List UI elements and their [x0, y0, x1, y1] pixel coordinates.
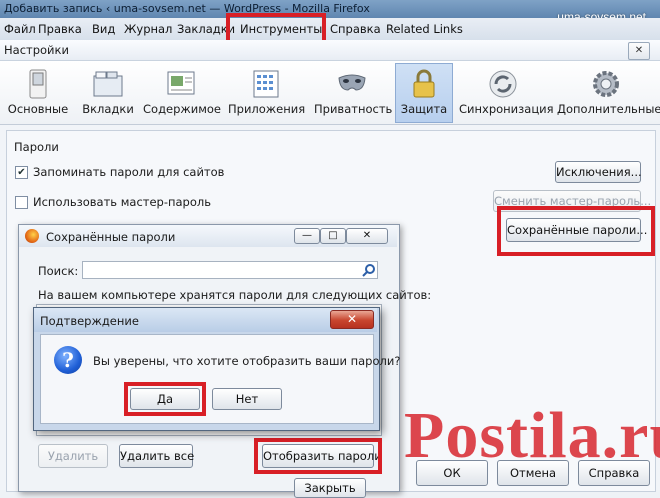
padlock-icon [408, 68, 440, 100]
tab-general-label: Основные [7, 102, 69, 116]
search-input[interactable] [82, 261, 378, 279]
passwords-group-label: Пароли [14, 140, 59, 154]
confirmation-title: Подтверждение [40, 314, 139, 328]
content-icon [165, 68, 197, 100]
tab-content-label: Содержимое [143, 102, 222, 116]
tab-privacy-label: Приватность [314, 102, 393, 116]
remember-passwords-checkbox[interactable]: ✔ [15, 166, 28, 179]
tab-advanced-label: Дополнительные [557, 102, 660, 116]
confirmation-close-button[interactable]: ✕ [330, 310, 374, 329]
exceptions-button[interactable]: Исключения... [555, 161, 642, 183]
master-password-checkbox[interactable] [15, 196, 28, 209]
delete-all-button[interactable]: Удалить все [119, 444, 194, 468]
confirmation-title-bar: Подтверждение [34, 308, 377, 332]
postila-watermark: Postila.ru [404, 399, 660, 472]
remember-passwords-label: Запоминать пароли для сайтов [33, 165, 225, 179]
close-saved-passwords-button[interactable]: Закрыть [294, 478, 366, 498]
applications-icon [250, 68, 282, 100]
confirmation-body [40, 334, 374, 424]
saved-sites-info: На вашем компьютере хранятся пароли для … [38, 288, 432, 302]
saved-passwords-maximize-button[interactable]: □ [320, 228, 346, 244]
tabs-icon [92, 68, 124, 100]
no-button[interactable]: Нет [212, 388, 282, 410]
confirmation-message: Вы уверены, что хотите отобразить ваши п… [93, 354, 401, 368]
tab-sync[interactable]: Синхронизация [459, 64, 554, 122]
question-icon: ? [54, 346, 82, 374]
tab-security-label: Защита [400, 102, 448, 116]
menu-history[interactable]: Журнал [124, 22, 172, 36]
settings-title-bar: Настройки [0, 40, 660, 61]
menu-related-links[interactable]: Related Links [386, 22, 463, 36]
tab-security[interactable]: Защита [395, 63, 453, 123]
firefox-icon [25, 229, 39, 243]
highlight-show-passwords [254, 438, 382, 474]
tab-content[interactable]: Содержимое [143, 64, 222, 122]
highlight-saved-passwords [497, 206, 655, 256]
menu-edit[interactable]: Правка [38, 22, 82, 36]
settings-title: Настройки [4, 43, 69, 57]
menu-help[interactable]: Справка [330, 22, 381, 36]
saved-passwords-close-button[interactable]: ✕ [346, 228, 388, 244]
search-icon [362, 263, 376, 280]
mask-icon [336, 68, 368, 100]
highlight-yes-button [124, 382, 206, 416]
tab-advanced[interactable]: Дополнительные [557, 64, 660, 122]
saved-passwords-title: Сохранённые пароли [46, 230, 176, 244]
tab-sync-label: Синхронизация [459, 102, 554, 116]
tab-privacy[interactable]: Приватность [314, 64, 393, 122]
settings-close-button[interactable]: ✕ [628, 42, 650, 60]
sync-icon [487, 68, 519, 100]
menu-view[interactable]: Вид [92, 22, 115, 36]
delete-button[interactable]: Удалить [38, 444, 108, 468]
menu-bar: Файл Правка Вид Журнал Закладки Инструме… [0, 18, 660, 41]
master-password-label: Использовать мастер-пароль [33, 195, 212, 209]
search-label: Поиск: [38, 264, 79, 278]
switch-icon [22, 68, 54, 100]
tab-tabs[interactable]: Вкладки [78, 64, 138, 122]
tab-applications[interactable]: Приложения [228, 64, 306, 122]
menu-file[interactable]: Файл [4, 22, 36, 36]
gear-icon [590, 68, 622, 100]
tab-tabs-label: Вкладки [82, 102, 134, 116]
saved-passwords-minimize-button[interactable]: — [294, 228, 320, 244]
tab-general[interactable]: Основные [6, 64, 70, 122]
tab-applications-label: Приложения [228, 102, 306, 116]
